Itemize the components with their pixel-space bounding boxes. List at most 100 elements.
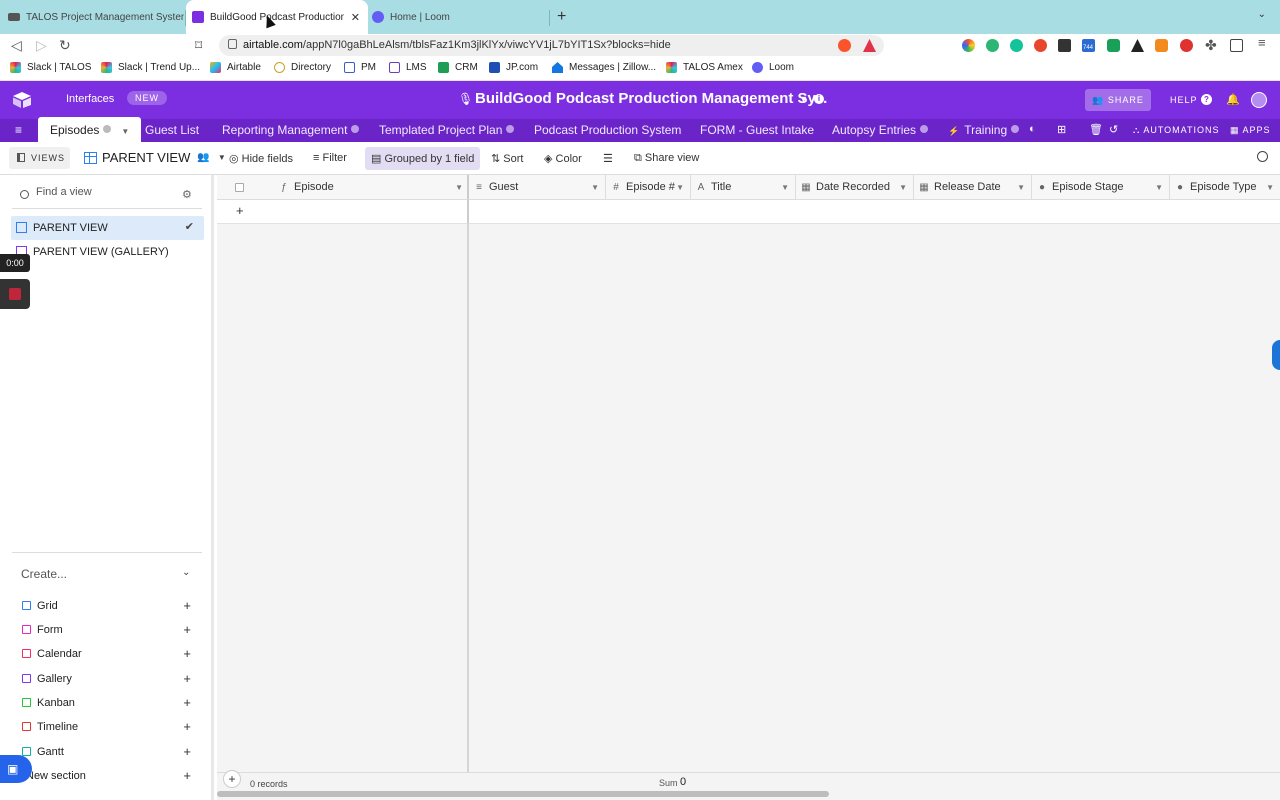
view-switcher[interactable]: PARENT VIEW 👥 ▼ [84,150,226,165]
automations-button[interactable]: ⛬ AUTOMATIONS [1133,125,1219,136]
base-chevron-down-icon[interactable]: ▼ [799,94,808,104]
site-info-icon[interactable] [228,39,237,49]
create-form-view[interactable]: Form + [22,622,197,640]
bookmark-crm[interactable]: CRM [438,62,478,73]
group-button[interactable]: ▤ Grouped by 1 field [365,147,481,170]
extension-tag-icon[interactable] [1034,39,1047,52]
chevron-down-icon[interactable]: ▼ [455,175,463,200]
tab-episodes[interactable]: Episodes ▼ [38,117,142,142]
chevron-down-icon[interactable]: ▼ [121,127,129,136]
chevron-down-icon[interactable]: ▼ [676,175,684,200]
bookmark-slack-trend[interactable]: Slack | Trend Up... [101,62,200,73]
stop-recording-button[interactable] [0,279,30,309]
interfaces-link[interactable]: Interfaces [66,93,114,105]
avatar[interactable] [1251,92,1267,108]
base-title[interactable]: BuildGood Podcast Production Management … [475,90,827,107]
bookmark-directory[interactable]: Directory [274,62,331,73]
tab-podcast-production-system[interactable]: Podcast Production System [534,123,681,137]
horizontal-scrollbar[interactable] [217,791,829,797]
share-button[interactable]: 👥 SHARE [1085,89,1151,111]
column-header-episode-number[interactable]: # Episode # ▼ [606,175,691,200]
grammarly-icon[interactable] [1010,39,1023,52]
create-calendar-view[interactable]: Calendar + [22,646,197,664]
bookmark-airtable[interactable]: Airtable [210,62,261,73]
chevron-down-icon[interactable]: ▼ [1155,175,1163,200]
bookmark-zillow[interactable]: Messages | Zillow... [552,62,656,73]
help-icon[interactable]: ? [1201,94,1212,105]
extension-calendar-icon[interactable] [1058,39,1071,52]
bookmark-slack-talos[interactable]: Slack | TALOS [10,62,91,73]
chevron-down-icon[interactable]: ▼ [591,175,599,200]
views-toggle-button[interactable]: VIEWS [9,147,70,169]
summary-label[interactable]: Sum [659,778,678,788]
column-header-guest[interactable]: ≡ Guest ▼ [469,175,606,200]
tab-templated-project-plan[interactable]: Templated Project Plan [379,123,515,137]
sidebar-view-parent-gallery[interactable]: PARENT VIEW (GALLERY) [11,240,204,264]
bookmark-icon[interactable]: ⌑ [195,37,202,54]
column-header-title[interactable]: A Title ▼ [691,175,796,200]
extension-shield-icon[interactable] [1107,39,1120,52]
create-gallery-view[interactable]: Gallery + [22,671,197,689]
more-tables-icon[interactable]: ◐ [1029,123,1036,135]
hamburger-menu-icon[interactable]: ≡ [15,123,22,137]
wallet-icon[interactable] [1230,39,1243,52]
chevron-down-icon[interactable]: ⌄ [182,567,190,578]
apps-button[interactable]: ▦ APPS [1230,125,1271,136]
column-header-episode[interactable]: ƒ Episode ▼ [279,175,469,200]
add-record-button[interactable]: + [223,770,241,788]
extensions-puzzle-icon[interactable]: ✤ [1205,37,1217,54]
create-heading[interactable]: Create... [21,567,67,581]
reload-icon[interactable]: ↻ [59,37,71,54]
extension-red-icon[interactable] [1180,39,1193,52]
tab-guest-list[interactable]: Guest List [145,123,199,137]
sidebar-view-parent[interactable]: PARENT VIEW ✔ [11,216,204,240]
color-button[interactable]: ◈ Color [544,152,582,165]
select-all-checkbox[interactable] [235,183,244,192]
browser-tab-airtable[interactable]: BuildGood Podcast Production M ✕ [186,0,368,34]
column-header-episode-type[interactable]: ● Episode Type ▼ [1170,175,1280,200]
extension-color-icon[interactable] [962,39,975,52]
search-icon[interactable] [1257,151,1268,162]
create-kanban-view[interactable]: Kanban + [22,695,197,713]
share-view-button[interactable]: ⧉ Share view [634,152,699,165]
metamask-icon[interactable] [1155,39,1168,52]
airtable-logo-icon[interactable] [13,92,31,108]
column-header-release-date[interactable]: ▦ Release Date ▼ [914,175,1032,200]
bookmark-talos-amex[interactable]: TALOS Amex [666,62,743,73]
bookmark-jp[interactable]: JP.com [489,62,538,73]
new-tab-icon[interactable]: + [557,8,566,26]
brave-shield-icon[interactable] [838,39,851,52]
tab-training[interactable]: ⚡ Training [948,123,1020,137]
extension-person-icon[interactable] [986,39,999,52]
add-record-row[interactable]: + [217,200,469,224]
tab-reporting-management[interactable]: Reporting Management [222,123,360,137]
create-new-section[interactable]: New section + [22,768,197,786]
add-table-icon[interactable]: ⊞ [1057,123,1066,136]
sort-button[interactable]: ⇅ Sort [491,152,523,165]
create-grid-view[interactable]: Grid + [22,598,197,616]
browser-tab-loom[interactable]: Home | Loom [372,0,548,34]
close-tab-icon[interactable]: ✕ [351,11,360,24]
forward-icon[interactable]: ▷ [36,37,47,54]
tab-form-guest-intake[interactable]: FORM - Guest Intake [700,123,814,137]
tab-autopsy-entries[interactable]: Autopsy Entries [832,123,929,137]
create-timeline-view[interactable]: Timeline + [22,719,197,737]
bookmark-lms[interactable]: LMS [389,62,427,73]
column-header-episode-stage[interactable]: ● Episode Stage ▼ [1032,175,1170,200]
add-record-row-extension[interactable] [469,200,1280,224]
chevron-down-icon[interactable]: ▼ [781,175,789,200]
url-field[interactable]: airtable.com/appN7l0gaBhLeAlsm/tblsFaz1K… [219,35,884,56]
notifications-bell-icon[interactable]: 🔔 [1226,93,1240,106]
hide-fields-button[interactable]: ◎ Hide fields [229,152,293,165]
side-widget-tab[interactable] [1272,340,1280,370]
help-link[interactable]: HELP [1170,95,1198,105]
trash-icon[interactable]: 🗑 [1089,123,1103,136]
history-icon[interactable]: ↺ [1109,123,1118,136]
bookmark-loom[interactable]: Loom [752,62,794,73]
chevron-down-icon[interactable]: ▼ [1017,175,1025,200]
chevron-down-icon[interactable]: ▼ [899,175,907,200]
loom-camera-button[interactable]: ▣ [0,755,32,783]
column-header-date-recorded[interactable]: ▦ Date Recorded ▼ [796,175,914,200]
create-gantt-view[interactable]: Gantt + [22,744,197,762]
extension-a-icon[interactable] [1131,39,1144,52]
